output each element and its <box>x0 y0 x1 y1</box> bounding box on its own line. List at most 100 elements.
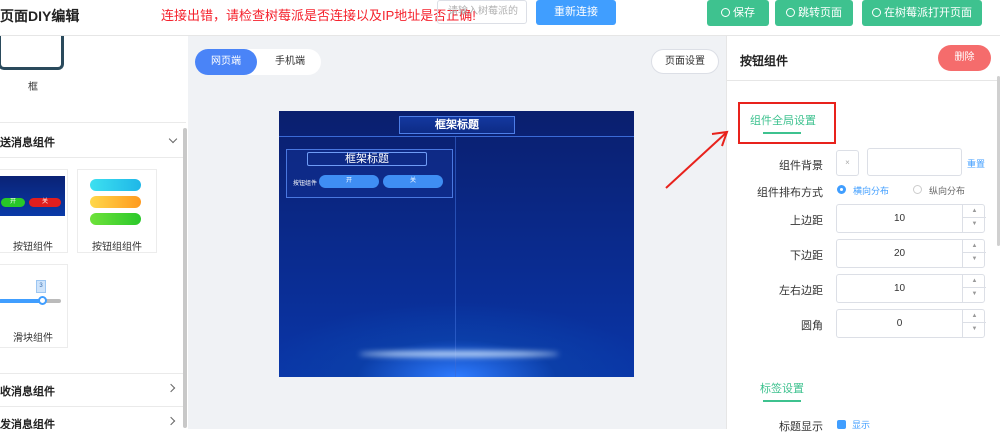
lr-margin-label: 左右边距 <box>779 285 823 297</box>
app-title: 页面DIY编辑 <box>0 8 80 24</box>
increment-icon[interactable]: ▲ <box>963 205 986 218</box>
stepper-arrows: ▲ ▼ <box>962 205 986 232</box>
button-group-card-label: 按钮组组件 <box>92 242 142 253</box>
chevron-right-icon[interactable] <box>166 383 176 393</box>
decrement-icon[interactable]: ▼ <box>963 288 986 301</box>
reconnect-button[interactable]: 重新连接 <box>536 0 616 25</box>
tab-underline <box>763 132 801 134</box>
bottom-margin-value[interactable]: 20 <box>837 240 962 267</box>
tab-underline <box>763 400 801 402</box>
tab-web[interactable]: 网页端 <box>195 49 257 75</box>
increment-icon[interactable]: ▲ <box>963 240 986 253</box>
on-preview-button: 开 <box>1 198 25 207</box>
inner-frame-title: 框架标题 <box>345 153 389 165</box>
frame-title-bar: 框架标题 <box>399 116 515 134</box>
bottom-margin-label: 下边距 <box>790 250 823 262</box>
button-component-card[interactable]: 开 关 按钮组件 <box>0 169 68 253</box>
radio-vertical-label[interactable]: 纵向分布 <box>929 184 965 197</box>
tab-global-settings[interactable]: 组件全局设置 <box>750 112 816 128</box>
header-line <box>279 136 634 137</box>
button-component-label: 按钮组件 <box>293 181 318 187</box>
lr-margin-value[interactable]: 10 <box>837 275 962 302</box>
layout-label: 组件排布方式 <box>757 187 823 199</box>
chevron-right-icon[interactable] <box>166 416 176 426</box>
bg-label: 组件背景 <box>779 160 823 172</box>
page-settings-button[interactable]: 页面设置 <box>651 49 719 74</box>
frame-title: 框架标题 <box>435 119 479 131</box>
group-receive-title[interactable]: 收消息组件 <box>0 383 55 399</box>
divider <box>0 122 186 123</box>
slider-component-card[interactable]: 3 滑块组件 <box>0 264 68 348</box>
cyan-bar <box>90 179 141 191</box>
stepper-arrows: ▲ ▼ <box>962 310 986 337</box>
top-margin-stepper[interactable]: 10 ▲ ▼ <box>836 204 986 233</box>
radius-value[interactable]: 0 <box>837 310 962 337</box>
bg-image-input[interactable] <box>867 148 962 176</box>
button-card-label: 按钮组件 <box>13 242 53 253</box>
panel-title: 按钮组件 <box>740 54 789 68</box>
stepper-arrows: ▲ ▼ <box>962 240 986 267</box>
check-circle-icon <box>721 8 730 17</box>
show-title-checkbox[interactable] <box>837 420 846 429</box>
show-title-label[interactable]: 显示 <box>852 418 870 431</box>
button-group-component-card[interactable]: 按钮组组件 <box>77 169 157 253</box>
radio-vertical[interactable] <box>913 185 922 194</box>
save-button[interactable]: 保存 <box>707 0 769 26</box>
orange-bar <box>90 196 141 208</box>
open-on-pi-button-label: 在树莓派打开页面 <box>884 7 972 19</box>
page-preview-canvas[interactable]: 框架标题 框架标题 按钮组件 开 关 <box>279 111 634 377</box>
open-on-pi-button[interactable]: 在树莓派打开页面 <box>862 0 982 26</box>
eye-icon <box>872 8 881 17</box>
group-send2-title[interactable]: 发消息组件 <box>0 416 55 429</box>
top-margin-label: 上边距 <box>790 215 823 227</box>
decrement-icon[interactable]: ▼ <box>963 218 986 231</box>
top-bar: 页面DIY编辑 连接出错，请检查树莓派是否连接以及IP地址是否正确! 请输入树莓… <box>0 0 1000 36</box>
increment-icon[interactable]: ▲ <box>963 310 986 323</box>
frame-preview <box>0 36 64 70</box>
eye-icon <box>786 8 795 17</box>
left-scrollbar[interactable] <box>183 128 187 428</box>
off-preview-button: 关 <box>29 198 61 207</box>
inner-frame-titlebar: 框架标题 <box>307 152 427 166</box>
tab-label-settings[interactable]: 标签设置 <box>760 380 804 396</box>
frame-component-card[interactable]: 框 <box>0 36 68 97</box>
divider <box>0 373 186 374</box>
center-line <box>455 137 456 377</box>
slider-card-label: 滑块组件 <box>13 333 53 344</box>
title-show-label: 标题显示 <box>779 421 823 433</box>
green-bar <box>90 213 141 225</box>
group-send-title[interactable]: 送消息组件 <box>0 134 55 150</box>
top-margin-value[interactable]: 10 <box>837 205 962 232</box>
decrement-icon[interactable]: ▼ <box>963 253 986 266</box>
on-button[interactable]: 开 <box>319 175 379 188</box>
device-tabs: 网页端 手机端 <box>195 49 321 75</box>
radius-label: 圆角 <box>801 320 823 332</box>
slider-thumb <box>38 296 47 305</box>
jump-page-button[interactable]: 跳转页面 <box>775 0 853 26</box>
tab-mobile[interactable]: 手机端 <box>259 49 321 75</box>
bottom-margin-stepper[interactable]: 20 ▲ ▼ <box>836 239 986 268</box>
off-button[interactable]: 关 <box>383 175 443 188</box>
decrement-icon[interactable]: ▼ <box>963 323 986 336</box>
radius-stepper[interactable]: 0 ▲ ▼ <box>836 309 986 338</box>
bg-color-swatch[interactable]: × <box>836 150 859 176</box>
divider <box>0 157 186 158</box>
frame-card-label: 框 <box>28 82 38 93</box>
reset-link[interactable]: 重置 <box>967 157 985 170</box>
canvas-area: 网页端 手机端 页面设置 框架标题 框架标题 按钮组件 开 关 <box>188 36 726 429</box>
lr-margin-stepper[interactable]: 10 ▲ ▼ <box>836 274 986 303</box>
component-library-panel: 框 送消息组件 开 关 按钮组件 按钮组组件 3 滑块组件 收消息组件 发消息组… <box>0 36 188 429</box>
chevron-down-icon[interactable] <box>168 134 178 144</box>
radio-horizontal[interactable] <box>837 185 846 194</box>
slider-fill <box>0 299 41 303</box>
delete-button[interactable]: 删除 <box>938 45 991 71</box>
radio-horizontal-label[interactable]: 横向分布 <box>853 184 889 197</box>
jump-page-button-label: 跳转页面 <box>798 7 842 19</box>
frame-component[interactable]: 框架标题 按钮组件 开 关 <box>286 149 453 198</box>
slider-value-tooltip: 3 <box>36 280 46 293</box>
save-button-label: 保存 <box>733 7 755 19</box>
button-preview: 开 关 <box>0 176 65 216</box>
increment-icon[interactable]: ▲ <box>963 275 986 288</box>
stage-glow <box>359 351 559 357</box>
ip-address-input[interactable]: 请输入树莓派的 <box>437 0 527 24</box>
